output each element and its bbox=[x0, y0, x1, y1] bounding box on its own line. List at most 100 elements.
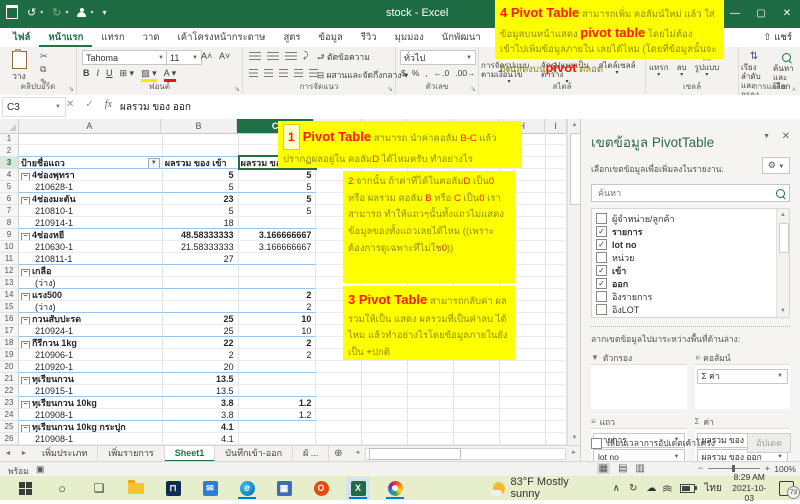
cell-H21[interactable] bbox=[500, 373, 546, 385]
tab-0[interactable]: ไฟล์ bbox=[4, 28, 39, 47]
hidden-icons-chevron-icon[interactable]: ∧ bbox=[613, 483, 620, 494]
cell-I10[interactable] bbox=[546, 241, 567, 253]
cell-D24[interactable] bbox=[316, 409, 362, 421]
cell-I9[interactable] bbox=[546, 229, 567, 241]
collapse-group-icon[interactable]: − bbox=[21, 425, 30, 433]
cell-B19[interactable]: 2 bbox=[163, 349, 239, 361]
battery-icon[interactable] bbox=[680, 484, 695, 493]
row-header-21[interactable]: 21 bbox=[0, 373, 19, 385]
field-item-7[interactable]: อิงLOT bbox=[596, 303, 775, 316]
field-checkbox[interactable]: ✓ bbox=[596, 226, 607, 237]
cell-I3[interactable] bbox=[546, 157, 567, 169]
row-header-11[interactable]: 11 bbox=[0, 253, 19, 265]
page-break-view-icon[interactable]: ▥ bbox=[636, 463, 645, 474]
cell-I26[interactable] bbox=[546, 433, 567, 445]
shrink-font-button[interactable]: A˅ bbox=[219, 51, 230, 61]
cell-C4[interactable]: 5 bbox=[239, 168, 317, 181]
enter-icon[interactable]: ✓ bbox=[85, 99, 93, 110]
field-checkbox[interactable] bbox=[596, 304, 607, 315]
cell-G24[interactable] bbox=[454, 409, 500, 421]
column-header-I[interactable]: I bbox=[545, 119, 567, 134]
cell-I17[interactable] bbox=[546, 325, 567, 337]
cell-E20[interactable] bbox=[362, 361, 408, 373]
update-button[interactable]: อัปเดต bbox=[747, 433, 791, 453]
cell-I23[interactable] bbox=[546, 397, 567, 409]
undo-icon[interactable]: ↺ bbox=[27, 6, 36, 19]
row-header-19[interactable]: 19 bbox=[0, 349, 19, 361]
tab-1[interactable]: หน้าแรก bbox=[39, 28, 92, 47]
filters-well[interactable] bbox=[591, 364, 687, 409]
row-header-16[interactable]: 16 bbox=[0, 313, 19, 325]
cell-C21[interactable] bbox=[239, 372, 317, 385]
page-layout-view-icon[interactable]: ▤ bbox=[618, 463, 627, 474]
cell-I12[interactable] bbox=[546, 265, 567, 277]
cut-icon[interactable]: ✂ bbox=[40, 51, 48, 62]
grow-font-button[interactable]: A˄ bbox=[201, 51, 212, 61]
name-box[interactable]: C3 ▼ bbox=[2, 97, 66, 117]
zoom-slider[interactable] bbox=[708, 468, 760, 469]
insert-function-icon[interactable]: fx bbox=[105, 99, 112, 110]
row-header-25[interactable]: 25 bbox=[0, 421, 19, 433]
sheet-tab-1[interactable]: เพิ่มรายการ bbox=[98, 446, 164, 462]
cell-G20[interactable] bbox=[454, 361, 500, 373]
row-header-18[interactable]: 18 bbox=[0, 337, 19, 349]
normal-view-icon[interactable]: ▦ bbox=[597, 463, 610, 474]
cell-I18[interactable] bbox=[546, 337, 567, 349]
search-input[interactable] bbox=[596, 187, 776, 199]
row-header-14[interactable]: 14 bbox=[0, 289, 19, 301]
action-center-icon[interactable]: 73 bbox=[779, 481, 794, 496]
cell-G21[interactable] bbox=[454, 373, 500, 385]
cell-B7[interactable]: 5 bbox=[163, 205, 239, 217]
copy-icon[interactable]: ⧉ bbox=[40, 64, 48, 75]
row-header-7[interactable]: 7 bbox=[0, 205, 19, 217]
cell-C7[interactable]: 5 bbox=[239, 205, 317, 217]
decrease-decimal-button[interactable]: .00→ bbox=[455, 68, 475, 78]
increase-decimal-button[interactable]: ←.0 bbox=[434, 68, 450, 78]
field-item-1[interactable]: ✓รายการ bbox=[596, 225, 775, 238]
cell-B1[interactable] bbox=[163, 133, 239, 145]
note-2[interactable]: 2 จากนั้น ถ้าค่าที่ได้ในคอลัมD เป็น0 หรื… bbox=[343, 171, 515, 283]
calculator-button[interactable]: ▦ bbox=[272, 477, 296, 499]
cell-A23[interactable]: −ทุเรียนกวน 10kg bbox=[19, 396, 163, 409]
sheet-tab-0[interactable]: เพิ่มประเภท bbox=[32, 446, 98, 462]
cell-E25[interactable] bbox=[362, 421, 408, 433]
note-1[interactable]: 1Pivot Table สามารถ นำค่าคอลัม B-C แล้ว … bbox=[278, 121, 522, 168]
tab-5[interactable]: สูตร bbox=[274, 28, 309, 47]
underline-button[interactable]: U bbox=[106, 68, 113, 78]
scroll-up-icon[interactable]: ▲ bbox=[777, 209, 789, 221]
customize-qat-icon[interactable]: ▾ bbox=[102, 8, 106, 17]
row-header-20[interactable]: 20 bbox=[0, 361, 19, 373]
cell-E24[interactable] bbox=[362, 409, 408, 421]
collapse-group-icon[interactable]: − bbox=[21, 269, 30, 277]
vertical-scrollbar[interactable]: ▲ ▼ bbox=[567, 119, 581, 445]
cell-B12[interactable] bbox=[163, 264, 239, 277]
cell-D25[interactable] bbox=[316, 421, 362, 433]
cell-B23[interactable]: 3.8 bbox=[163, 396, 239, 409]
row-header-8[interactable]: 8 bbox=[0, 217, 19, 229]
row-header-1[interactable]: 1 bbox=[0, 133, 19, 145]
scroll-left-icon[interactable]: ◄ bbox=[351, 446, 363, 462]
cell-C18[interactable]: 2 bbox=[239, 336, 317, 349]
row-header-13[interactable]: 13 bbox=[0, 277, 19, 289]
cell-A7[interactable]: 210810-1 bbox=[19, 205, 163, 217]
cell-F24[interactable] bbox=[408, 409, 454, 421]
scrollbar-thumb[interactable] bbox=[570, 133, 581, 205]
align-middle-icon[interactable] bbox=[267, 52, 279, 61]
align-bottom-icon[interactable] bbox=[285, 52, 297, 61]
cell-I8[interactable] bbox=[546, 217, 567, 229]
area-field-pill[interactable]: Σ ค่า▼ bbox=[697, 369, 789, 384]
align-right-icon[interactable] bbox=[279, 69, 288, 78]
collapse-group-icon[interactable]: − bbox=[21, 377, 30, 385]
mail-button[interactable]: ✉ bbox=[198, 477, 222, 499]
font-dialog-launcher-icon[interactable]: ⇘ bbox=[234, 85, 240, 93]
onedrive-cloud-icon[interactable]: ☁ bbox=[646, 483, 656, 494]
pane-tools-button[interactable]: ⚙ ▼ bbox=[762, 157, 790, 174]
cell-C25[interactable] bbox=[239, 420, 317, 433]
row-header-22[interactable]: 22 bbox=[0, 385, 19, 397]
cell-G23[interactable] bbox=[454, 397, 500, 409]
collapse-group-icon[interactable]: − bbox=[21, 401, 30, 409]
collapse-ribbon-icon[interactable]: ˄ bbox=[792, 87, 796, 94]
collapse-group-icon[interactable]: − bbox=[21, 173, 30, 181]
currency-format-button[interactable]: $ bbox=[401, 68, 406, 78]
file-explorer-button[interactable] bbox=[124, 477, 148, 499]
